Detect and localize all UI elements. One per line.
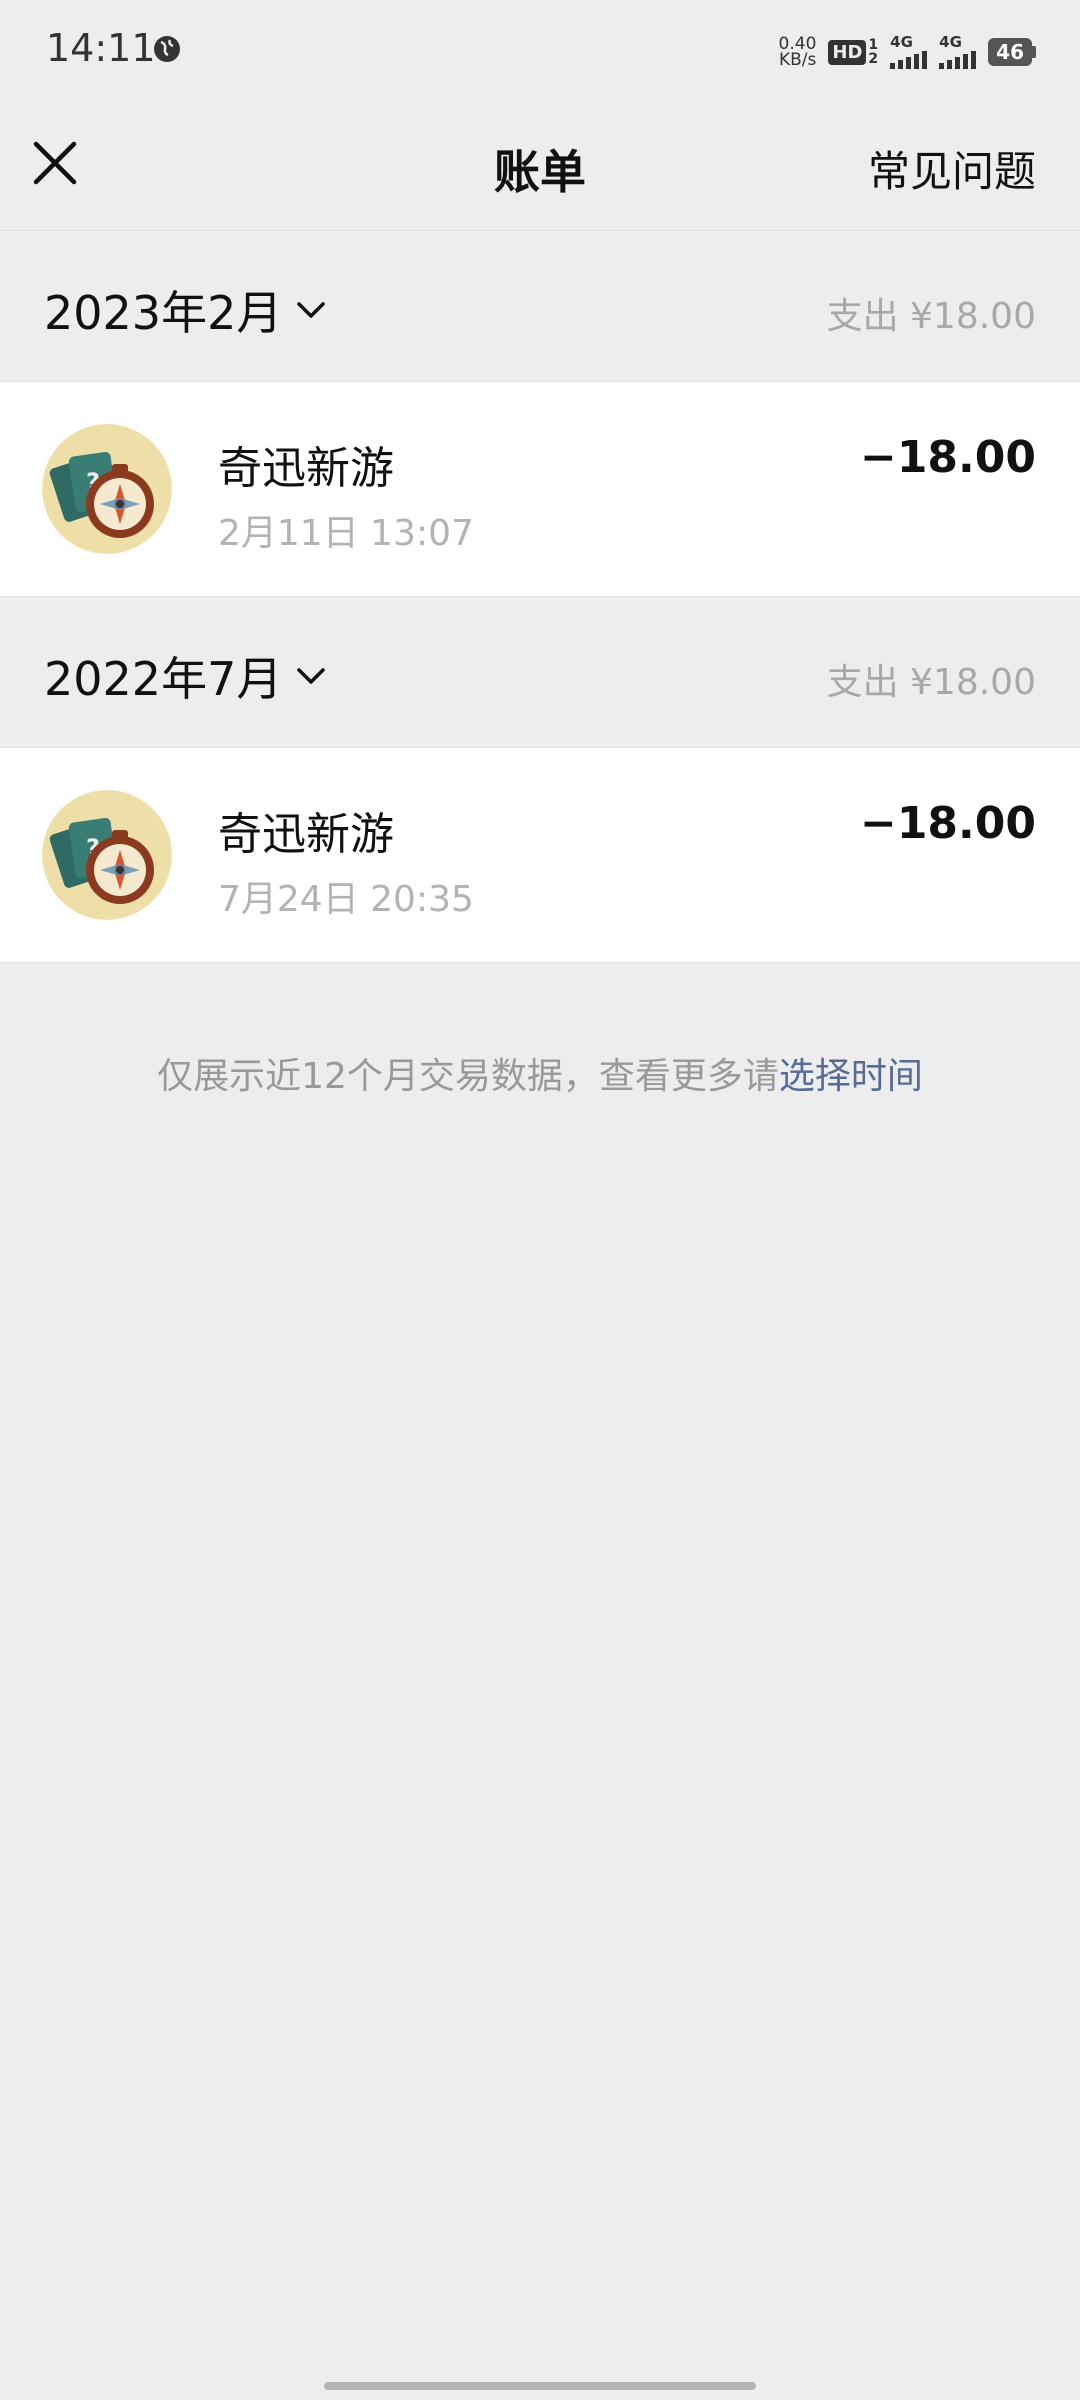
hd-voice-icon: HD 1 2 <box>828 38 878 66</box>
month-expense-summary: 支出 ¥18.00 <box>826 296 1036 337</box>
transaction-merchant: 奇迅新游 <box>218 443 394 494</box>
transaction-amount: −18.00 <box>859 798 1036 849</box>
compass-game-icon: ? <box>42 424 172 554</box>
month-selector[interactable]: 2022年7月 <box>44 643 326 709</box>
select-time-link[interactable]: 选择时间 <box>779 1056 923 1097</box>
status-icons: 0.40 KB/s HD 1 2 4G 4G 46 <box>779 32 1036 72</box>
month-expense-summary: 支出 ¥18.00 <box>826 662 1036 703</box>
transaction-merchant: 奇迅新游 <box>218 809 394 860</box>
home-indicator[interactable] <box>324 2382 756 2390</box>
signal-sim1-icon: 4G <box>890 35 928 69</box>
signal-sim2-icon: 4G <box>939 35 977 69</box>
compass-game-icon: ? <box>42 790 172 920</box>
status-bar: 14:11 0.40 KB/s HD 1 2 4G 4G 46 <box>0 0 1080 100</box>
transaction-time: 7月24日 20:35 <box>218 879 474 920</box>
faq-button[interactable]: 常见问题 <box>868 138 1036 199</box>
transaction-time: 2月11日 13:07 <box>218 513 474 554</box>
month-header[interactable]: 2022年7月 支出 ¥18.00 <box>0 597 1080 748</box>
chevron-down-icon <box>297 668 326 684</box>
footer-note-text: 仅展示近12个月交易数据，查看更多请 <box>157 1056 779 1097</box>
footer-note: 仅展示近12个月交易数据，查看更多请选择时间 <box>0 1047 1080 1099</box>
chevron-down-icon <box>297 302 326 318</box>
nav-bar: 账单 常见问题 <box>0 100 1080 231</box>
network-speed: 0.40 KB/s <box>778 34 817 70</box>
month-selector[interactable]: 2023年2月 <box>44 277 326 343</box>
close-icon[interactable] <box>30 138 80 188</box>
transaction-row[interactable]: ? 奇迅新游 7月24日 20:35 −18.00 <box>0 748 1080 963</box>
transaction-row[interactable]: ? 奇迅新游 2月11日 13:07 −18.00 <box>0 382 1080 597</box>
month-header[interactable]: 2023年2月 支出 ¥18.00 <box>0 231 1080 382</box>
transaction-amount: −18.00 <box>859 432 1036 483</box>
status-time: 14:11 <box>46 26 156 70</box>
battery-icon: 46 <box>988 38 1036 66</box>
location-globe-icon <box>154 36 180 62</box>
